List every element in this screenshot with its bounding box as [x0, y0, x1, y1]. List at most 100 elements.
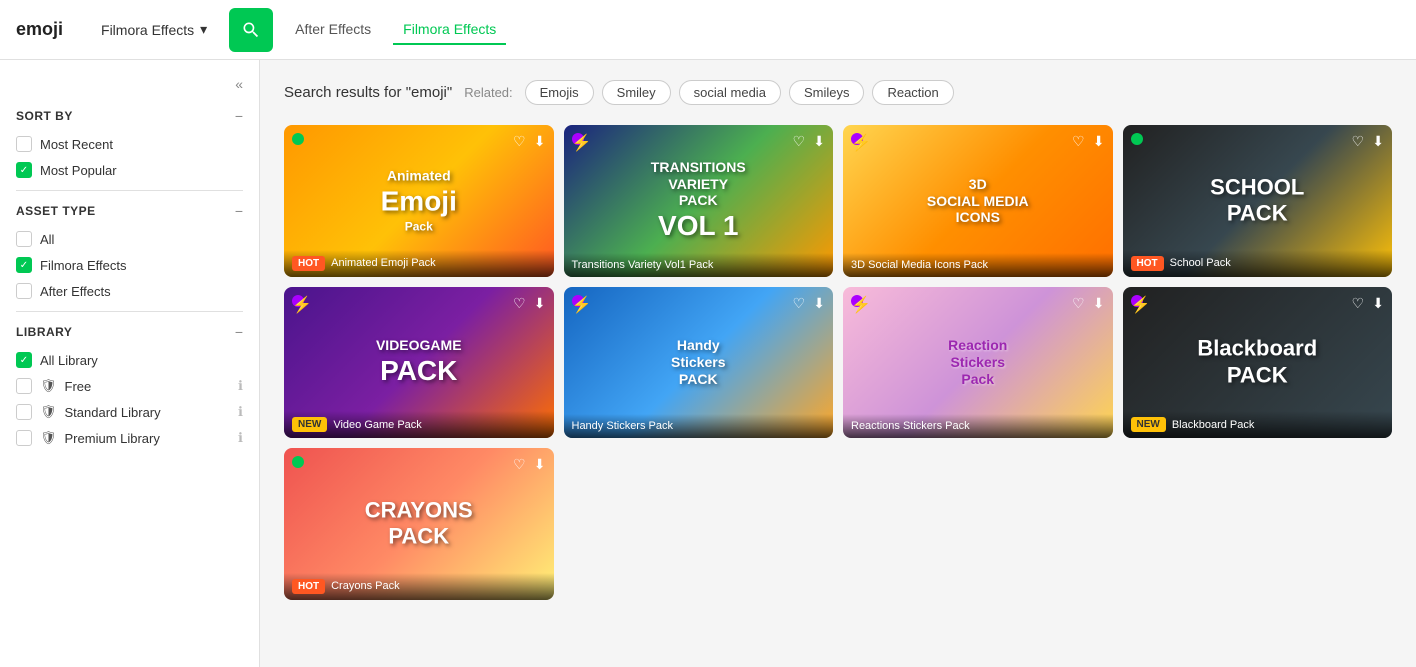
library-all-checkbox[interactable] — [16, 352, 32, 368]
badge-hot-1: HOT — [292, 256, 325, 271]
asset-filmora-checkbox[interactable] — [16, 257, 32, 273]
indicator-purple-7: ⚡ — [851, 295, 863, 307]
indicator-purple-5: ⚡ — [292, 295, 304, 307]
sort-most-recent-checkbox[interactable] — [16, 136, 32, 152]
tab-filmora-effects[interactable]: Filmora Effects — [393, 15, 506, 45]
asset-after-effects[interactable]: After Effects — [16, 283, 243, 299]
card-overlay-5: NEW Video Game Pack — [284, 411, 554, 438]
card-handy-stickers[interactable]: ⚡ ♡ ⬇ HandyStickersPACK Handy Stickers P… — [564, 287, 834, 439]
card-animated-emoji[interactable]: ♡ ⬇ AnimatedEmojiPack HOT Animated Emoji… — [284, 125, 554, 277]
download-icon-7[interactable]: ⬇ — [1093, 295, 1105, 312]
card-inner-text-7: ReactionStickersPack — [856, 337, 1099, 387]
card-title-9: Crayons Pack — [331, 580, 399, 592]
card-blackboard[interactable]: ⚡ ♡ ⬇ BlackboardPACK NEW Blackboard Pack — [1123, 287, 1393, 439]
card-overlay-3: 3D Social Media Icons Pack — [843, 253, 1113, 277]
tag-reaction[interactable]: Reaction — [872, 80, 953, 105]
sort-most-recent[interactable]: Most Recent — [16, 136, 243, 152]
card-overlay-1: HOT Animated Emoji Pack — [284, 250, 554, 277]
download-icon-9[interactable]: ⬇ — [534, 456, 546, 473]
library-section-header: LIBRARY − — [16, 324, 243, 340]
library-premium-checkbox[interactable] — [16, 430, 32, 446]
asset-type-collapse-icon[interactable]: − — [235, 203, 243, 219]
card-overlay-7: Reactions Stickers Pack — [843, 414, 1113, 438]
heart-icon-1: ♡ — [513, 133, 526, 150]
asset-filmora[interactable]: Filmora Effects — [16, 257, 243, 273]
sort-by-title: SORT BY — [16, 109, 73, 123]
download-icon-3[interactable]: ⬇ — [1093, 133, 1105, 150]
download-icon-8[interactable]: ⬇ — [1372, 295, 1384, 312]
card-title-1: Animated Emoji Pack — [331, 257, 436, 269]
download-icon-1[interactable]: ⬇ — [534, 133, 546, 150]
sidebar-collapse-button[interactable]: « — [16, 76, 243, 92]
asset-all[interactable]: All — [16, 231, 243, 247]
indicator-purple-8: ⚡ — [1131, 295, 1143, 307]
search-button[interactable] — [229, 8, 273, 52]
library-free-checkbox[interactable] — [16, 378, 32, 394]
asset-filmora-label: Filmora Effects — [40, 258, 126, 273]
indicator-green-1 — [292, 133, 304, 145]
download-icon-4[interactable]: ⬇ — [1372, 133, 1384, 150]
related-tags: Emojis Smiley social media Smileys React… — [525, 80, 954, 105]
library-collapse-icon[interactable]: − — [235, 324, 243, 340]
download-icon-2[interactable]: ⬇ — [813, 133, 825, 150]
card-inner-text-2: TRANSITIONSVARIETYPACKVOL 1 — [577, 159, 820, 243]
divider-1 — [16, 190, 243, 191]
badge-hot-4: HOT — [1131, 256, 1164, 271]
asset-all-checkbox[interactable] — [16, 231, 32, 247]
card-inner-text-1: AnimatedEmojiPack — [297, 167, 540, 234]
card-crayons[interactable]: ♡ ⬇ CRAYONSPACK HOT Crayons Pack — [284, 448, 554, 600]
main-layout: « SORT BY − Most Recent Most Popular ASS… — [0, 60, 1416, 667]
card-inner-text-9: CRAYONSPACK — [297, 498, 540, 551]
download-icon-6[interactable]: ⬇ — [813, 295, 825, 312]
sort-most-recent-label: Most Recent — [40, 137, 113, 152]
card-transitions[interactable]: ⚡ ♡ ⬇ TRANSITIONSVARIETYPACKVOL 1 Transi… — [564, 125, 834, 277]
card-overlay-8: NEW Blackboard Pack — [1123, 411, 1393, 438]
sort-by-collapse-icon[interactable]: − — [235, 108, 243, 124]
badge-hot-9: HOT — [292, 579, 325, 594]
info-free-icon[interactable]: ℹ — [238, 378, 243, 394]
header: emoji Filmora Effects ▾ After Effects Fi… — [0, 0, 1416, 60]
library-free[interactable]: 🛡 Free ℹ — [16, 378, 243, 394]
indicator-purple-6: ⚡ — [572, 295, 584, 307]
card-inner-text-8: BlackboardPACK — [1136, 336, 1379, 389]
card-reaction-stickers[interactable]: ⚡ ♡ ⬇ ReactionStickersPack Reactions Sti… — [843, 287, 1113, 439]
sort-most-popular-label: Most Popular — [40, 163, 117, 178]
card-videogame[interactable]: ⚡ ♡ ⬇ VIDEOGAMEPACK NEW Video Game Pack — [284, 287, 554, 439]
indicator-green-9 — [292, 456, 304, 468]
library-standard-checkbox[interactable] — [16, 404, 32, 420]
card-title-6: Handy Stickers Pack — [572, 420, 673, 432]
card-school[interactable]: ♡ ⬇ SCHOOLPACK HOT School Pack — [1123, 125, 1393, 277]
sort-most-popular[interactable]: Most Popular — [16, 162, 243, 178]
info-standard-icon[interactable]: ℹ — [238, 404, 243, 420]
library-premium[interactable]: 🛡 Premium Library ℹ — [16, 430, 243, 446]
shield-standard-icon: 🛡 — [40, 404, 57, 420]
search-icon — [241, 20, 261, 40]
download-icon-5[interactable]: ⬇ — [534, 295, 546, 312]
tag-smileys[interactable]: Smileys — [789, 80, 865, 105]
tab-after-effects[interactable]: After Effects — [285, 15, 381, 45]
results-grid: ♡ ⬇ AnimatedEmojiPack HOT Animated Emoji… — [284, 125, 1392, 600]
card-overlay-2: Transitions Variety Vol1 Pack — [564, 253, 834, 277]
heart-icon-8: ♡ — [1351, 295, 1364, 312]
shield-free-icon: 🛡 — [40, 378, 57, 394]
tag-smiley[interactable]: Smiley — [602, 80, 671, 105]
library-standard[interactable]: 🛡 Standard Library ℹ — [16, 404, 243, 420]
sort-most-popular-checkbox[interactable] — [16, 162, 32, 178]
tag-emojis[interactable]: Emojis — [525, 80, 594, 105]
card-3d-social[interactable]: ⚡ ♡ ⬇ 3DSOCIAL MEDIAICONS 3D Social Medi… — [843, 125, 1113, 277]
asset-type-title: ASSET TYPE — [16, 204, 96, 218]
card-overlay-6: Handy Stickers Pack — [564, 414, 834, 438]
info-premium-icon[interactable]: ℹ — [238, 430, 243, 446]
asset-after-effects-label: After Effects — [40, 284, 111, 299]
filter-dropdown[interactable]: Filmora Effects ▾ — [91, 15, 217, 44]
related-label: Related: — [464, 85, 512, 100]
heart-icon-2: ♡ — [792, 133, 805, 150]
card-overlay-4: HOT School Pack — [1123, 250, 1393, 277]
tag-social-media[interactable]: social media — [679, 80, 781, 105]
card-title-3: 3D Social Media Icons Pack — [851, 259, 988, 271]
library-all[interactable]: All Library — [16, 352, 243, 368]
asset-after-effects-checkbox[interactable] — [16, 283, 32, 299]
library-premium-label: Premium Library — [65, 431, 160, 446]
search-header: Search results for "emoji" Related: Emoj… — [284, 80, 1392, 105]
card-overlay-9: HOT Crayons Pack — [284, 573, 554, 600]
